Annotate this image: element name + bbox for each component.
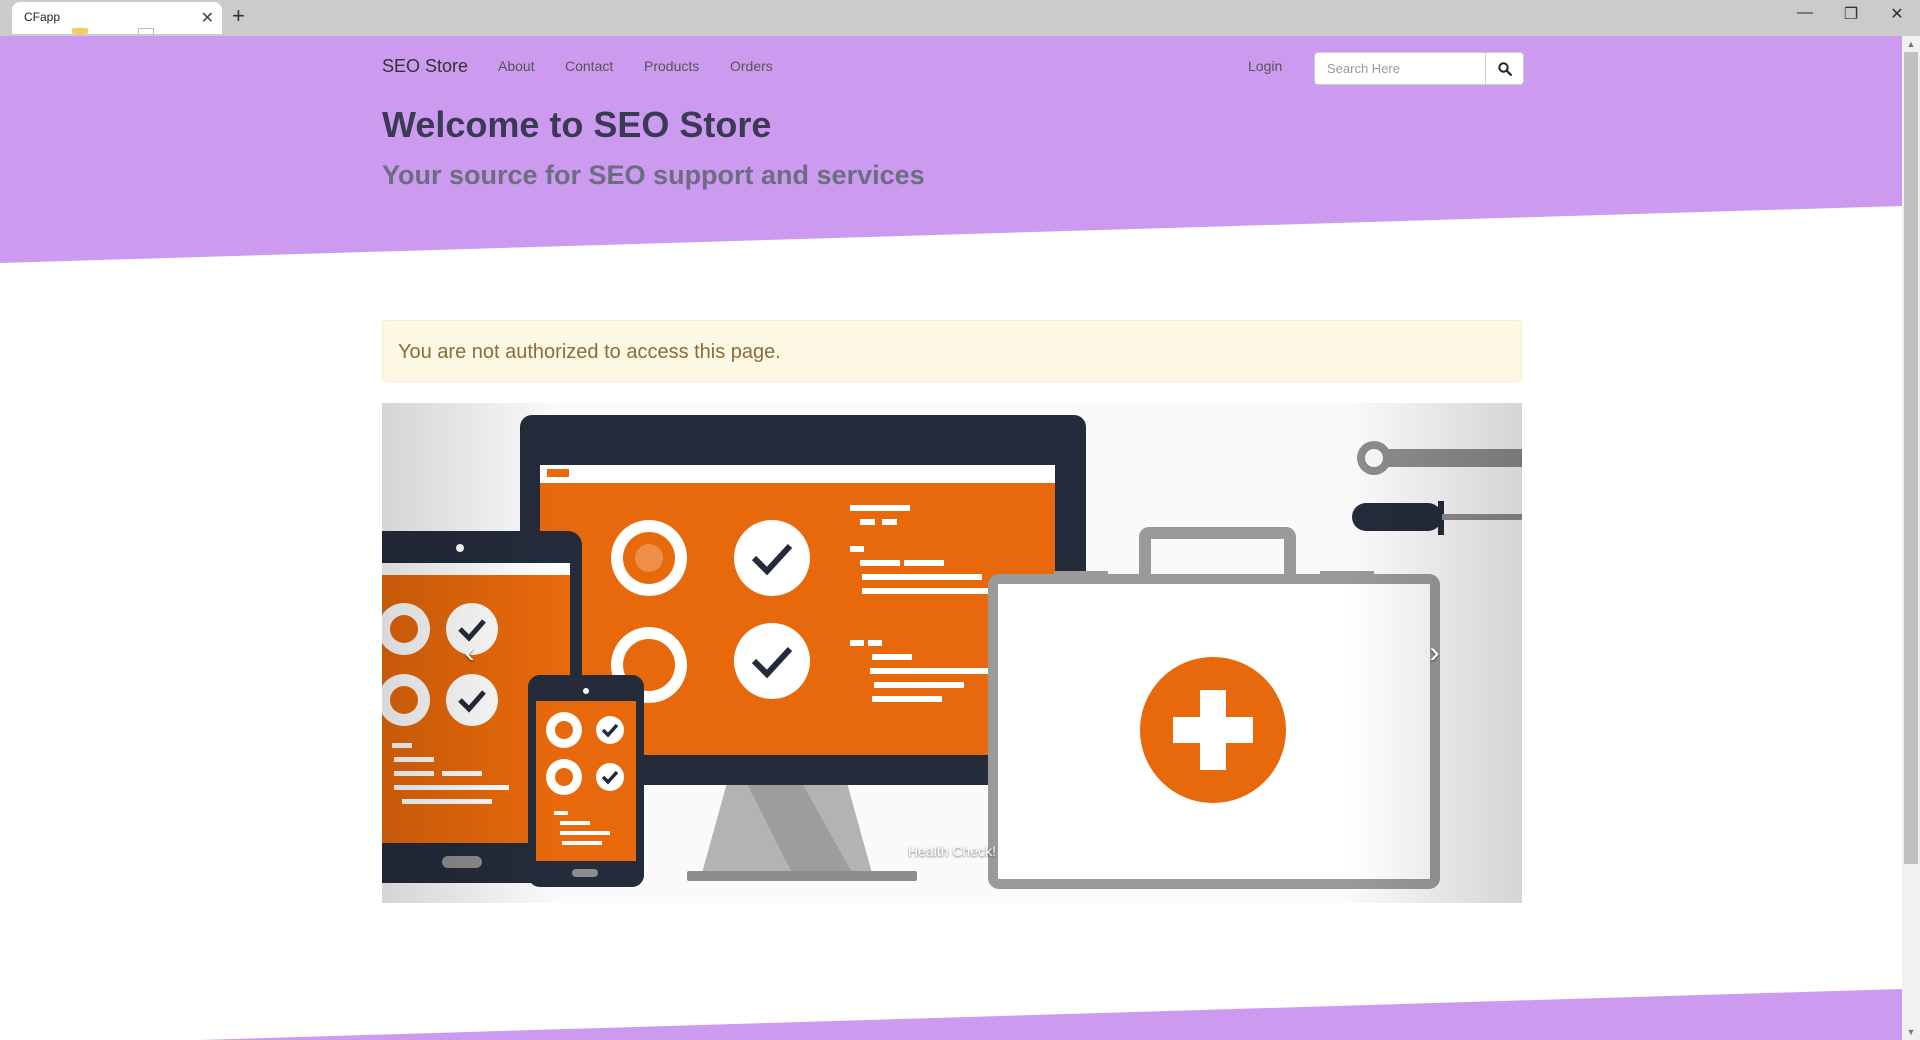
nav-products[interactable]: Products: [644, 58, 699, 74]
login-link[interactable]: Login: [1248, 58, 1282, 74]
search-icon: [1497, 61, 1512, 76]
nav-orders[interactable]: Orders: [730, 58, 773, 74]
scroll-up-icon[interactable]: ▲: [1902, 36, 1920, 52]
chevron-left-icon: ‹: [464, 636, 475, 669]
tab-indicator-outline: [138, 28, 154, 34]
new-tab-button[interactable]: +: [232, 4, 245, 28]
scrollbar-thumb[interactable]: [1904, 52, 1918, 864]
browser-chrome: CFapp ✕ + — ❐ ✕: [0, 0, 1920, 36]
carousel-caption: Health Check!: [908, 843, 996, 859]
nav-about[interactable]: About: [498, 58, 535, 74]
chevron-right-icon: ›: [1429, 636, 1440, 669]
warning-alert: You are not authorized to access this pa…: [382, 320, 1522, 382]
brand-link[interactable]: SEO Store: [382, 56, 468, 77]
browser-tab[interactable]: CFapp ✕: [12, 2, 222, 34]
carousel-next-button[interactable]: ›: [1347, 403, 1522, 903]
scroll-down-icon[interactable]: ▼: [1902, 1024, 1920, 1040]
tab-close-icon[interactable]: ✕: [201, 8, 214, 28]
vertical-scrollbar[interactable]: ▲ ▼: [1902, 36, 1920, 1040]
tab-indicator: [72, 28, 88, 34]
page-title: Welcome to SEO Store: [382, 104, 772, 145]
page-subtitle: Your source for SEO support and services: [382, 160, 925, 190]
restore-button[interactable]: ❐: [1836, 4, 1866, 24]
navbar: SEO Store About Contact Products Orders …: [382, 44, 1524, 85]
alert-message: You are not authorized to access this pa…: [398, 341, 781, 363]
carousel-prev-button[interactable]: ‹: [382, 403, 557, 903]
page-viewport: SEO Store About Contact Products Orders …: [0, 36, 1902, 1040]
image-carousel: ‹ › Health Check!: [382, 403, 1522, 903]
minimize-button[interactable]: —: [1790, 4, 1820, 22]
window-close-button[interactable]: ✕: [1882, 4, 1912, 24]
nav-contact[interactable]: Contact: [565, 58, 613, 74]
footer-background: [0, 989, 1902, 1040]
search-input[interactable]: [1314, 52, 1486, 85]
tab-title: CFapp: [24, 10, 61, 24]
search-button[interactable]: [1485, 52, 1524, 85]
